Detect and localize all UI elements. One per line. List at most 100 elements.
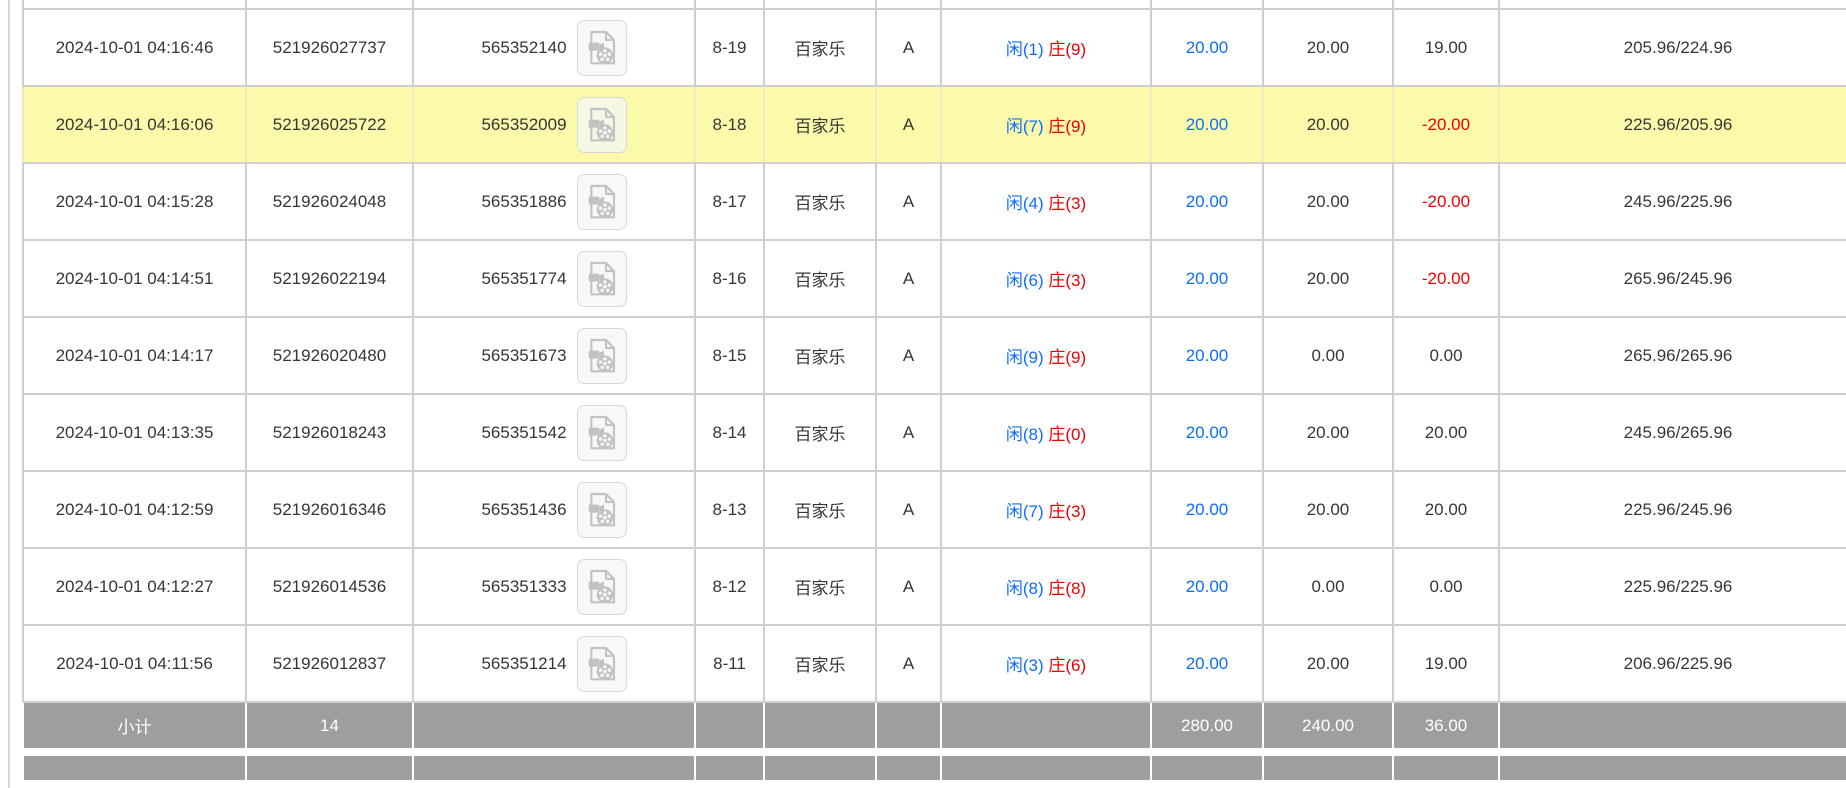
cell-round: 8-13 <box>695 471 764 548</box>
banker-result: 庄(9) <box>1048 117 1086 136</box>
cell-bet-amount: 20.00 <box>1151 9 1263 86</box>
cell-bet-amount: 20.00 <box>1151 394 1263 471</box>
cell-balance: 245.96/265.96 <box>1499 394 1846 471</box>
cell-bet-time: 2024-10-01 04:12:59 <box>23 471 246 548</box>
bet-amount-link[interactable]: 20.00 <box>1186 269 1229 288</box>
cell-table-code: A <box>876 86 941 163</box>
cell-table-code: A <box>876 163 941 240</box>
video-replay-button[interactable] <box>577 559 627 615</box>
video-file-icon <box>586 338 618 374</box>
cell-round: 8-16 <box>695 240 764 317</box>
player-result: 闲(1) <box>1006 40 1044 59</box>
cell-valid-amount: 0.00 <box>1263 548 1393 625</box>
video-replay-button[interactable] <box>577 328 627 384</box>
cell-game-id: 565352140 <box>413 9 695 86</box>
table-row[interactable]: 2024-10-01 04:12:27521926014536 565351333… <box>23 548 1846 625</box>
cell-result: 闲(8) 庄(0) <box>941 394 1151 471</box>
subtotal-bet: 280.00 <box>1151 702 1263 752</box>
bet-amount-link[interactable]: 20.00 <box>1186 346 1229 365</box>
cell-table-code: A <box>876 471 941 548</box>
video-file-icon <box>586 415 618 451</box>
video-replay-button[interactable] <box>577 636 627 692</box>
subtotal-winloss: 36.00 <box>1393 702 1499 752</box>
betting-records-table-wrap: 2024-10-01 04:16:46521926027737565352140… <box>22 0 1846 780</box>
cell-bet-amount: 20.00 <box>1151 86 1263 163</box>
bet-amount-link[interactable]: 20.00 <box>1186 577 1229 596</box>
video-replay-button[interactable] <box>577 405 627 461</box>
win-loss-value: 0.00 <box>1429 577 1462 596</box>
table-row[interactable]: 2024-10-01 04:15:28521926024048565351886… <box>23 163 1846 240</box>
cell-win-loss: 0.00 <box>1393 548 1499 625</box>
game-id-text: 565351886 <box>481 192 566 212</box>
win-loss-value: 20.00 <box>1425 500 1468 519</box>
cell-order-id: 521926014536 <box>246 548 413 625</box>
cell-bet-amount: 20.00 <box>1151 317 1263 394</box>
game-id-text: 565351333 <box>481 577 566 597</box>
cell-bet-time: 2024-10-01 04:12:27 <box>23 548 246 625</box>
cell-table-code: A <box>876 548 941 625</box>
table-row[interactable]: 2024-10-01 04:13:35521926018243565351542… <box>23 394 1846 471</box>
cell-round: 8-14 <box>695 394 764 471</box>
betting-records-table: 2024-10-01 04:16:46521926027737565352140… <box>22 0 1846 780</box>
table-row[interactable]: 2024-10-01 04:14:51521926022194565351774… <box>23 240 1846 317</box>
cell-balance: 265.96/245.96 <box>1499 240 1846 317</box>
cell-game-type: 百家乐 <box>764 86 876 163</box>
cell-balance: 206.96/225.96 <box>1499 625 1846 702</box>
table-row[interactable]: 2024-10-01 04:14:17521926020480565351673… <box>23 317 1846 394</box>
panel-left-border <box>8 0 10 788</box>
bet-amount-link[interactable]: 20.00 <box>1186 38 1229 57</box>
cell-valid-amount: 20.00 <box>1263 163 1393 240</box>
player-result: 闲(8) <box>1006 579 1044 598</box>
subtotal-count: 14 <box>246 702 413 752</box>
bet-amount-link[interactable]: 20.00 <box>1186 500 1229 519</box>
cell-win-loss: -20.00 <box>1393 240 1499 317</box>
cell-game-id: 565351542 <box>413 394 695 471</box>
cell-order-id: 521926022194 <box>246 240 413 317</box>
bet-amount-link[interactable]: 20.00 <box>1186 115 1229 134</box>
cell-table-code: A <box>876 394 941 471</box>
video-replay-button[interactable] <box>577 251 627 307</box>
cell-bet-time: 2024-10-01 04:16:46 <box>23 9 246 86</box>
bet-amount-link[interactable]: 20.00 <box>1186 192 1229 211</box>
video-replay-button[interactable] <box>577 482 627 538</box>
cell-win-loss: 19.00 <box>1393 625 1499 702</box>
game-id-text: 565351214 <box>481 654 566 674</box>
video-replay-button[interactable] <box>577 97 627 153</box>
cell-result: 闲(9) 庄(9) <box>941 317 1151 394</box>
video-file-icon <box>586 107 618 143</box>
video-replay-button[interactable] <box>577 20 627 76</box>
video-replay-button[interactable] <box>577 174 627 230</box>
cell-order-id: 521926025722 <box>246 86 413 163</box>
cell-order-id: 521926016346 <box>246 471 413 548</box>
video-file-icon <box>586 492 618 528</box>
cell-valid-amount: 20.00 <box>1263 86 1393 163</box>
player-result: 闲(6) <box>1006 271 1044 290</box>
cell-balance: 245.96/225.96 <box>1499 163 1846 240</box>
cell-win-loss: 20.00 <box>1393 471 1499 548</box>
cell-valid-amount: 20.00 <box>1263 240 1393 317</box>
cell-result: 闲(7) 庄(3) <box>941 471 1151 548</box>
banker-result: 庄(9) <box>1048 40 1086 59</box>
video-file-icon <box>586 30 618 66</box>
win-loss-value: -20.00 <box>1422 192 1470 211</box>
cell-win-loss: 0.00 <box>1393 317 1499 394</box>
cell-game-type: 百家乐 <box>764 394 876 471</box>
cell-bet-time: 2024-10-01 04:14:17 <box>23 317 246 394</box>
cell-balance: 225.96/205.96 <box>1499 86 1846 163</box>
table-row[interactable]: 2024-10-01 04:16:46521926027737565352140… <box>23 9 1846 86</box>
cell-balance: 205.96/224.96 <box>1499 9 1846 86</box>
cell-bet-time: 2024-10-01 04:15:28 <box>23 163 246 240</box>
cell-round: 8-18 <box>695 86 764 163</box>
clipped-total-row <box>23 752 1846 780</box>
table-row[interactable]: 2024-10-01 04:12:59521926016346565351436… <box>23 471 1846 548</box>
cell-order-id: 521926012837 <box>246 625 413 702</box>
bet-amount-link[interactable]: 20.00 <box>1186 423 1229 442</box>
table-row[interactable]: 2024-10-01 04:11:56521926012837565351214… <box>23 625 1846 702</box>
table-row-highlighted[interactable]: 2024-10-01 04:16:06521926025722565352009… <box>23 86 1846 163</box>
cell-game-id: 565351886 <box>413 163 695 240</box>
cell-game-id: 565351774 <box>413 240 695 317</box>
cell-table-code: A <box>876 625 941 702</box>
cell-order-id: 521926027737 <box>246 9 413 86</box>
banker-result: 庄(3) <box>1048 194 1086 213</box>
bet-amount-link[interactable]: 20.00 <box>1186 654 1229 673</box>
